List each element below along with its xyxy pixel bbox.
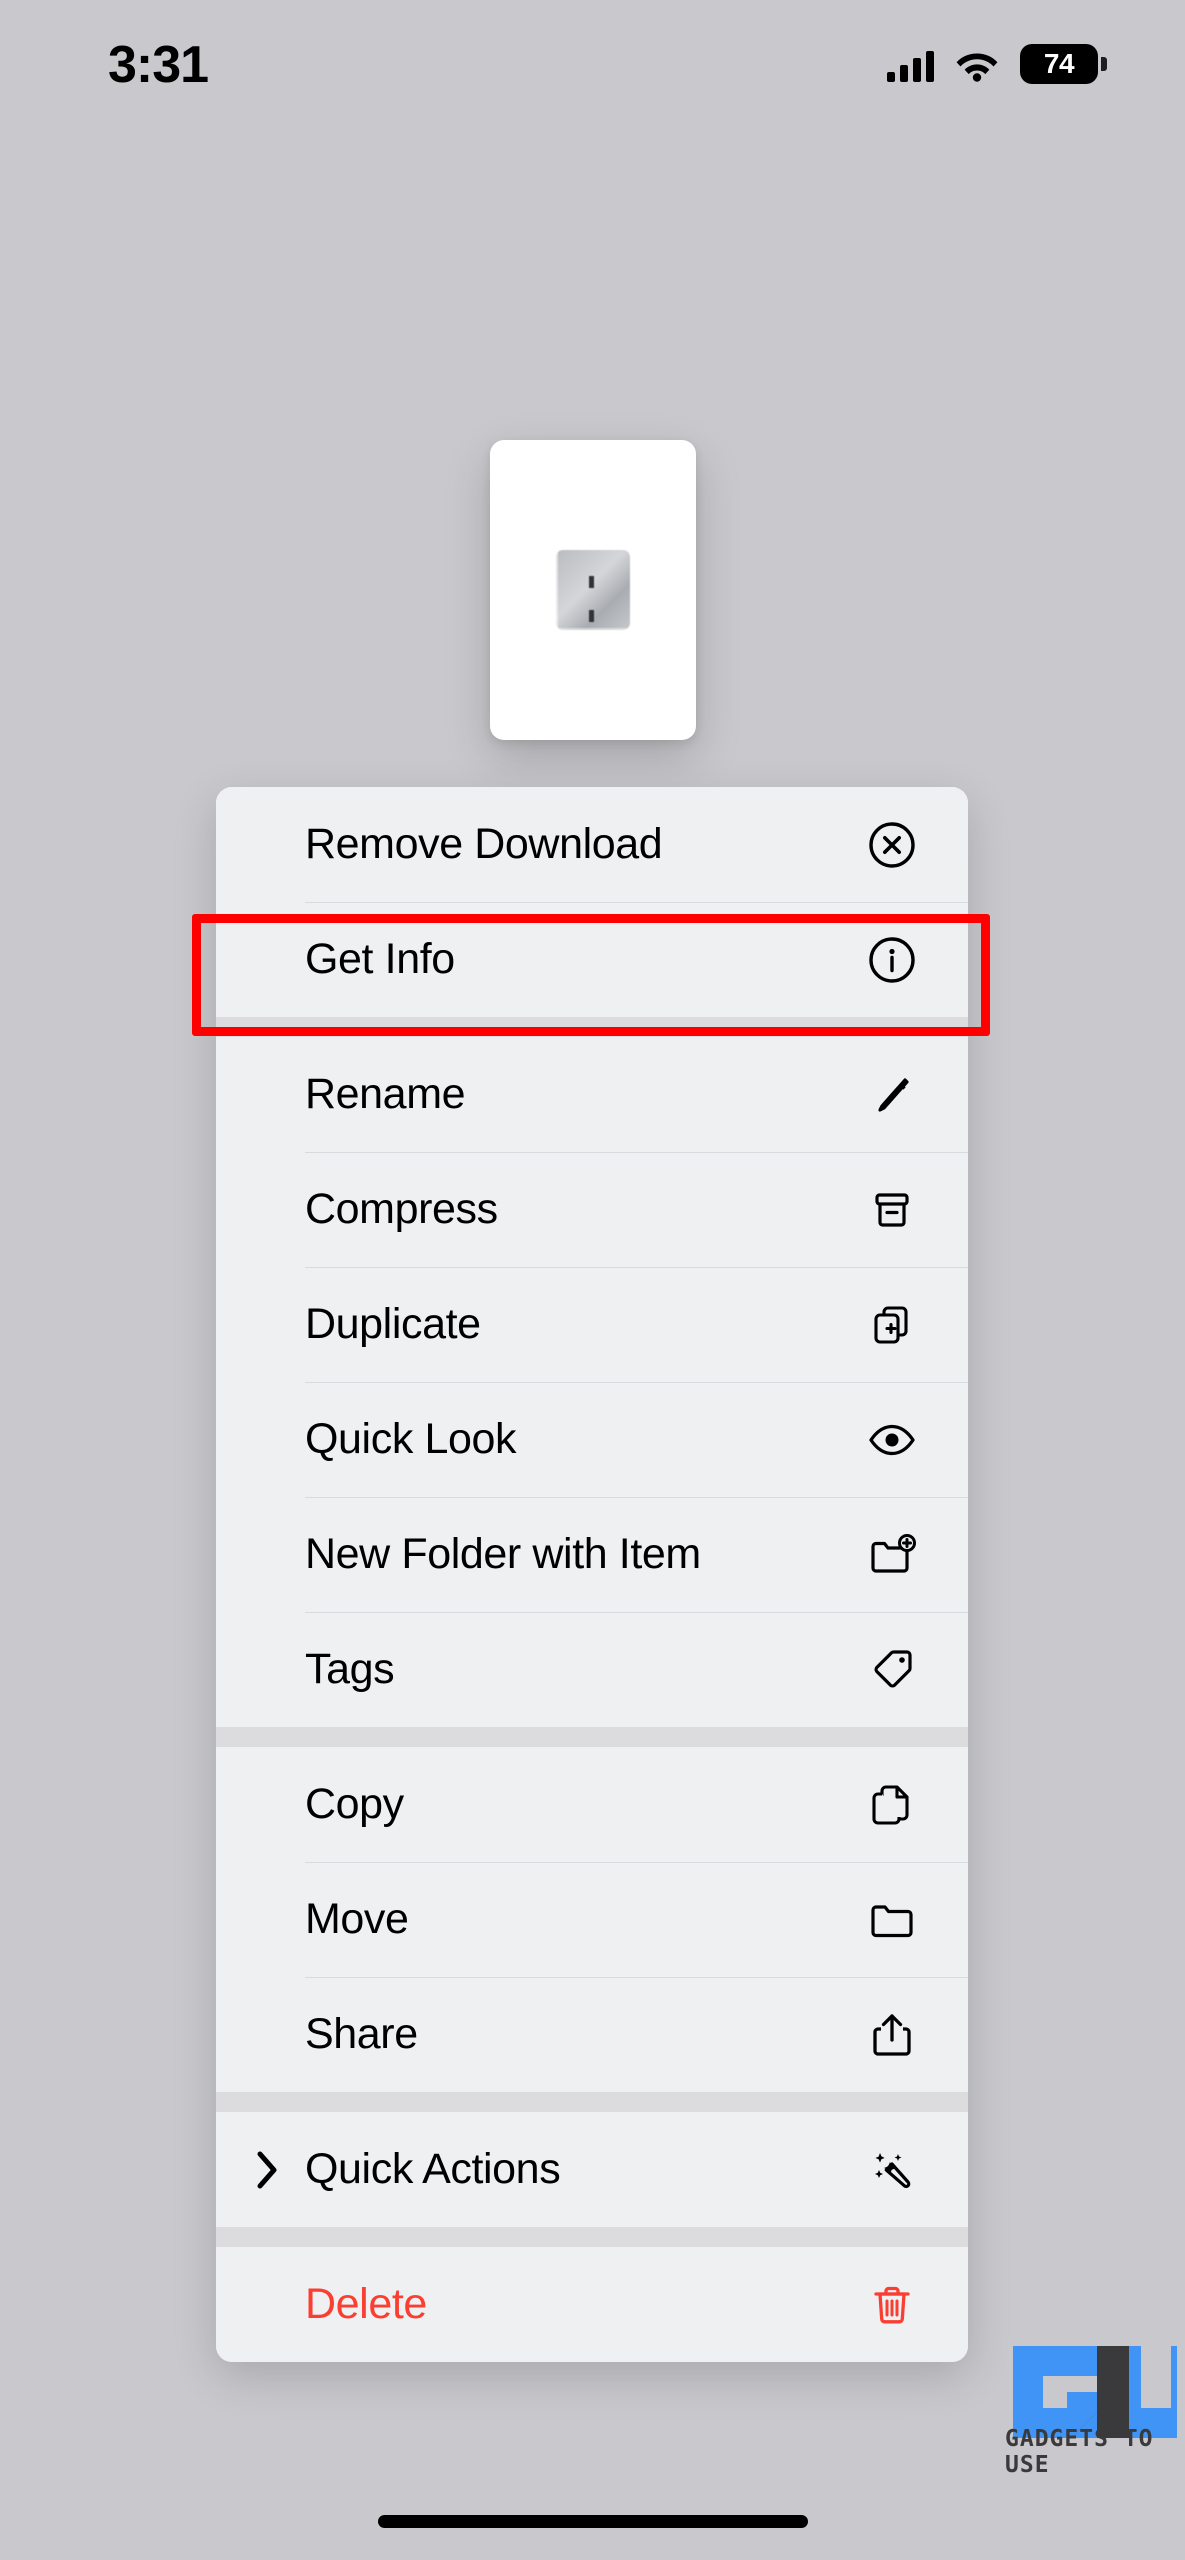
menu-item-remove-download[interactable]: Remove Download (216, 787, 968, 902)
menu-item-compress[interactable]: Compress (216, 1152, 968, 1267)
menu-group-separator (216, 1017, 968, 1037)
menu-item-label: Move (305, 1895, 409, 1943)
x-circle-icon (862, 815, 922, 875)
menu-item-label: New Folder with Item (305, 1530, 701, 1578)
magic-wand-icon (862, 2140, 922, 2200)
copy-documents-icon (862, 1775, 922, 1835)
status-bar: 3:31 74 (0, 0, 1185, 120)
battery-icon: 74 (1020, 44, 1107, 84)
menu-item-label: Delete (305, 2280, 427, 2328)
home-indicator[interactable] (377, 2515, 808, 2528)
menu-item-label: Quick Actions (305, 2145, 561, 2193)
menu-item-quick-look[interactable]: Quick Look (216, 1382, 968, 1497)
menu-item-label: Rename (305, 1070, 466, 1118)
phone-screen: 3:31 74 Remove Download Get Info Rename … (0, 0, 1185, 2560)
status-bar-indicators: 74 (887, 44, 1107, 84)
menu-item-get-info[interactable]: Get Info (216, 902, 968, 1017)
menu-item-label: Quick Look (305, 1415, 517, 1463)
menu-item-label: Copy (305, 1780, 404, 1828)
wifi-icon (954, 46, 1000, 82)
menu-item-label: Compress (305, 1185, 498, 1233)
context-menu-group: Rename Compress Duplicate Quick Look New… (216, 1037, 968, 1727)
status-bar-clock: 3:31 (108, 36, 209, 94)
battery-level-label: 74 (1043, 48, 1075, 79)
menu-item-delete[interactable]: Delete (216, 2247, 968, 2362)
folder-icon (862, 1890, 922, 1950)
eye-icon (862, 1410, 922, 1470)
trash-icon (862, 2275, 922, 2335)
file-preview-thumbnail[interactable] (490, 440, 696, 740)
chevron-right-icon (250, 2150, 284, 2190)
menu-item-duplicate[interactable]: Duplicate (216, 1267, 968, 1382)
battery-nub-icon (1101, 57, 1107, 71)
menu-item-label: Get Info (305, 935, 455, 983)
menu-item-rename[interactable]: Rename (216, 1037, 968, 1152)
watermark: GADGETS TO USE (981, 2334, 1177, 2484)
context-menu-group: Copy Move Share (216, 1747, 968, 2092)
menu-item-label: Remove Download (305, 820, 663, 868)
info-circle-icon (862, 930, 922, 990)
document-thumbnail (490, 440, 696, 740)
menu-group-separator (216, 2092, 968, 2112)
duplicate-icon (862, 1295, 922, 1355)
menu-item-label: Share (305, 2010, 418, 2058)
menu-item-new-folder-with-item[interactable]: New Folder with Item (216, 1497, 968, 1612)
context-menu-group: Quick Actions (216, 2112, 968, 2227)
folder-plus-icon (862, 1525, 922, 1585)
watermark-text: GADGETS TO USE (1005, 2426, 1154, 2478)
pencil-icon (862, 1065, 922, 1125)
menu-item-quick-actions[interactable]: Quick Actions (216, 2112, 968, 2227)
context-menu: Remove Download Get Info Rename Compress… (216, 787, 968, 2362)
menu-item-label: Tags (305, 1645, 395, 1693)
tag-icon (862, 1640, 922, 1700)
share-icon (862, 2005, 922, 2065)
menu-item-label: Duplicate (305, 1300, 481, 1348)
menu-item-tags[interactable]: Tags (216, 1612, 968, 1727)
archive-box-icon (862, 1180, 922, 1240)
menu-item-share[interactable]: Share (216, 1977, 968, 2092)
thumbnail-image-preview (556, 550, 630, 630)
menu-item-copy[interactable]: Copy (216, 1747, 968, 1862)
context-menu-group: Remove Download Get Info (216, 787, 968, 1017)
menu-group-separator (216, 2227, 968, 2247)
cellular-bars-icon (887, 46, 934, 82)
context-menu-group: Delete (216, 2247, 968, 2362)
menu-item-move[interactable]: Move (216, 1862, 968, 1977)
menu-group-separator (216, 1727, 968, 1747)
